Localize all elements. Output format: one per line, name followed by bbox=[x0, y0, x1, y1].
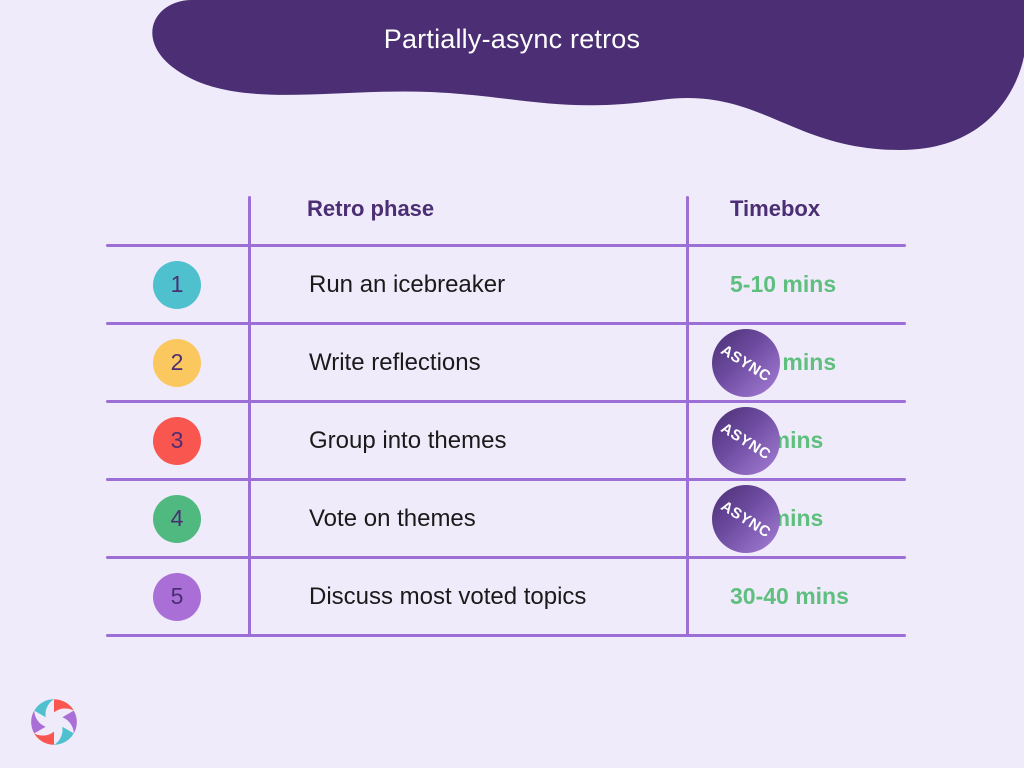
retro-phase-cell: Discuss most voted topics bbox=[309, 582, 587, 610]
retro-phase-cell: Group into themes bbox=[309, 426, 507, 454]
timebox-cell: 30-40 mins bbox=[730, 583, 849, 609]
step-number-label: 3 bbox=[170, 427, 184, 453]
table-row[interactable]: 4 Vote on themes ASYNC 2-3 mins bbox=[106, 481, 906, 556]
row-number-cell: 1 bbox=[106, 247, 248, 322]
async-badge-label: ASYNC bbox=[717, 341, 775, 385]
step-number-label: 2 bbox=[170, 349, 184, 375]
pinwheel-logo bbox=[31, 699, 77, 745]
async-badge: ASYNC bbox=[712, 407, 780, 475]
column-header-timebox: Timebox bbox=[730, 196, 821, 221]
column-header-retro-phase: Retro phase bbox=[307, 196, 435, 221]
logo-petal bbox=[34, 699, 55, 718]
retro-table: Retro phase Timebox 1 Run an icebreaker … bbox=[106, 182, 906, 637]
async-badge: ASYNC bbox=[712, 485, 780, 553]
retro-phase-cell: Vote on themes bbox=[309, 504, 476, 532]
step-number-badge: 2 bbox=[153, 338, 201, 387]
async-badge-label: ASYNC bbox=[717, 497, 775, 541]
row-number-cell: 5 bbox=[106, 559, 248, 634]
step-number-label: 5 bbox=[170, 583, 184, 609]
timebox-cell: 5-10 mins bbox=[730, 271, 837, 297]
column-divider-right bbox=[686, 196, 689, 636]
row-number-cell: 3 bbox=[106, 403, 248, 478]
row-number-cell: 2 bbox=[106, 325, 248, 400]
logo-petal bbox=[53, 726, 74, 745]
logo-petal bbox=[54, 699, 74, 713]
step-number-label: 4 bbox=[170, 505, 184, 531]
step-number-badge: 4 bbox=[153, 494, 201, 543]
page-title: Partially-async retros bbox=[383, 24, 641, 54]
async-badge: ASYNC bbox=[712, 329, 780, 397]
step-number-badge: 3 bbox=[153, 416, 201, 465]
step-number-badge: 1 bbox=[153, 260, 201, 309]
table-header-row: Retro phase Timebox bbox=[106, 182, 906, 244]
retro-phase-cell: Write reflections bbox=[309, 348, 481, 376]
column-divider-left bbox=[248, 196, 251, 636]
logo-petal bbox=[34, 731, 54, 745]
async-badge-label: ASYNC bbox=[717, 419, 775, 463]
table-bottom-divider bbox=[106, 634, 906, 637]
table-row[interactable]: 5 Discuss most voted topics 30-40 mins bbox=[106, 559, 906, 634]
table-row[interactable]: 1 Run an icebreaker 5-10 mins bbox=[106, 247, 906, 322]
row-number-cell: 4 bbox=[106, 481, 248, 556]
table-row[interactable]: 2 Write reflections ASYNC 5-10 mins bbox=[106, 325, 906, 400]
table-row[interactable]: 3 Group into themes ASYNC 2-3 mins bbox=[106, 403, 906, 478]
retro-phase-cell: Run an icebreaker bbox=[309, 270, 506, 298]
step-number-badge: 5 bbox=[153, 572, 201, 621]
step-number-label: 1 bbox=[170, 271, 184, 297]
